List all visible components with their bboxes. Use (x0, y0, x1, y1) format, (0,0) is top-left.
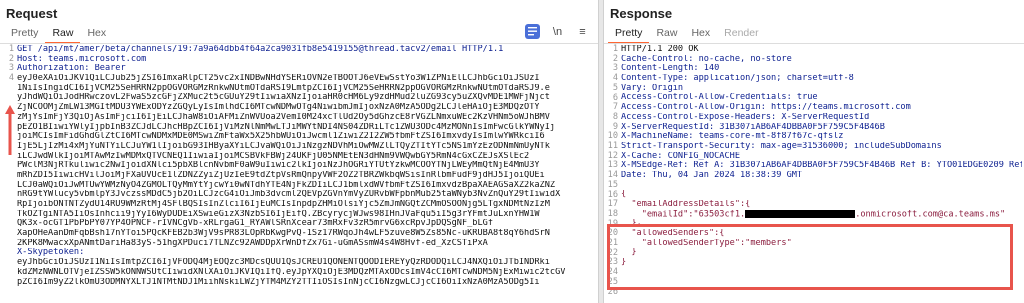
header-line: Access-Control-Allow-Origin: https://tea… (621, 103, 911, 113)
code-line: IjE5LjIzMi4xMjYuNTYiLCJuYW1lIjoibG93IHBy… (17, 141, 550, 151)
code-line: XapOHeAanDmFqbBsh17nYToi5PQcKFEB2b3WjV9s… (17, 229, 550, 239)
header-line: Cache-Control: no-cache, no-store (621, 54, 792, 64)
red-arrow-annotation (5, 105, 15, 155)
header-line: Vary: Origin (621, 83, 684, 93)
json-line: { (621, 190, 627, 200)
code-line: TkOZTgiNTA5IiOsInhcii9jYyI6WyDUDEiXSwieG… (17, 209, 540, 219)
code-line: Authorization: Bearer (17, 64, 126, 74)
request-code[interactable]: GET /api/mt/amer/beta/channels/19:7a9a64… (17, 45, 596, 287)
code-line: iLCJwdWlkIjoiMTAwMzIwMDMxQTVCNEQ1IiwiaIj… (17, 151, 530, 161)
code-line: GET /api/mt/amer/beta/channels/19:7a9a64… (17, 45, 504, 54)
request-line-numbers: 1234 (0, 44, 14, 84)
pretty-print-icon[interactable] (525, 24, 540, 39)
redacted-block (745, 209, 856, 218)
code-line: QK3x-ocGT1PbPbPY07YP4OPNCF-rIVNCgVb-xRLr… (17, 219, 493, 229)
code-line: mRhZDI5IiwicHVilJoiMjFXaUVUcE1lZDNZZyiZj… (17, 170, 545, 180)
code-line: pZCI6Im9yZ2lkOmU3ODMNYXLTJ1NTMtNDJ1MiihN… (17, 277, 540, 287)
json-text: .onmicrosoft.com@ca.teams.ms" (855, 209, 1006, 220)
code-line: ZjNCOOMjZmLW13MGItMDU3YWExODYzZGQyLyIsIm… (17, 103, 540, 113)
request-toolbar: \n ≡ (525, 24, 590, 39)
code-line: X-Skypetoken: (17, 248, 85, 258)
json-line: "emailAddressDetails":{ (621, 200, 751, 209)
header-line: Date: Thu, 04 Jan 2024 18:38:39 GMT (621, 170, 803, 180)
code-line: yJhdWQiOiJodHRwczovL2FwaS5zcGFjZXMuc2t5c… (17, 93, 550, 103)
header-line: HTTP/1.1 200 OK (621, 45, 699, 54)
response-title: Response (610, 6, 673, 21)
tab-pretty[interactable]: Pretty (4, 25, 45, 42)
code-line: PWclM3NjRTkuliwic2NwIjoidXNlci5pbXBlcnNv… (17, 161, 540, 171)
header-line: X-ServerRequestId: 31B307iAB6AF4DBBA0F5F… (621, 122, 885, 132)
code-line: 1NiIsIngidCI6IjVCM25SeHRRN2ppOGVORGMzRnk… (17, 83, 550, 93)
tab-hex[interactable]: Hex (684, 25, 717, 42)
code-line: zMjYsImFjY3QiOjAsImFjciI6IjEiLCJhaW8iOiA… (17, 112, 550, 122)
tab-divider (0, 43, 598, 44)
response-tabs: Pretty Raw Hex Render (608, 25, 766, 44)
header-line: X-Cache: CONFIG_NOCACHE (621, 151, 740, 161)
code-line: kdZMzNWNLOTVjeIZSSW5kONNWSUtCIiwidXNlXAi… (17, 267, 566, 277)
header-line: X-MSEdge-Ref: Ref A: 31B307iAB6AF4DBBA0F… (621, 161, 1022, 171)
code-line: pEZO1BIiwiYWlyIjpbInB3ZCJdLCJhcHBpZCI6Ij… (17, 122, 556, 132)
red-highlight-box (607, 224, 1013, 290)
tab-divider (604, 43, 1024, 44)
line-number: 4 (8, 73, 14, 84)
code-line: RpIjoibONTNTZydU14RU9WMzRtMj4SFlBQSIsInZ… (17, 200, 550, 209)
tab-raw[interactable]: Raw (45, 25, 81, 44)
tab-pretty[interactable]: Pretty (608, 25, 650, 44)
newline-toggle-button[interactable]: \n (550, 24, 565, 39)
request-panel: Request Pretty Raw Hex \n ≡ 1234 GET /ap… (0, 0, 598, 303)
header-line: Content-Length: 140 (621, 64, 720, 74)
code-line: Host: teams.microsoft.com (17, 54, 147, 64)
request-editor[interactable]: 1234 GET /api/mt/amer/beta/channels/19:7… (0, 44, 598, 303)
json-line-email: "emailId":"63503cf1. .onmicrosoft.com@ca.… (621, 209, 1022, 220)
code-line: eyJhbGciOiJSUzI1NiIsImtpZCI6IjVFODQ4MjEO… (17, 258, 550, 268)
header-line: Access-Control-Allow-Credentials: true (621, 93, 818, 103)
code-line: eyJ0eXAiOiJKV1QiLCJub25jZSI6ImxaRlpCT25v… (17, 74, 540, 84)
tab-raw[interactable]: Raw (649, 25, 684, 42)
tab-hex[interactable]: Hex (80, 25, 113, 42)
code-line: nRG9tYWlucy5vbmlpY3JvczssMDdC5jb2OiLCJzc… (17, 190, 561, 200)
code-line: LCJ0aWQiOiJwMTUwYWMzNyO4ZGMOLTQyMmYtYjcw… (17, 180, 556, 190)
header-line: Access-Control-Expose-Headers: X-ServerR… (621, 112, 870, 122)
code-line: joiMCIsImFidGhdGlZtCI6MTcwNDMxMDE0MSwiZm… (17, 132, 545, 142)
header-line: X-MachineName: teams-core-mt-8f87f67c-qf… (621, 132, 844, 142)
code-line: 2KPK8MwacxXpANmtDariHa83yS-51hgXPDuci7TL… (17, 238, 488, 248)
json-text: "emailId":"63503cf1. (621, 209, 746, 220)
request-title: Request (6, 6, 58, 21)
header-line: Content-Type: application/json; charset=… (621, 74, 854, 84)
header-line: Strict-Transport-Security: max-age=31536… (621, 141, 942, 151)
header-line (621, 181, 1022, 191)
tab-render[interactable]: Render (717, 25, 765, 42)
menu-icon[interactable]: ≡ (575, 24, 590, 39)
request-tabs: Pretty Raw Hex (4, 25, 113, 44)
